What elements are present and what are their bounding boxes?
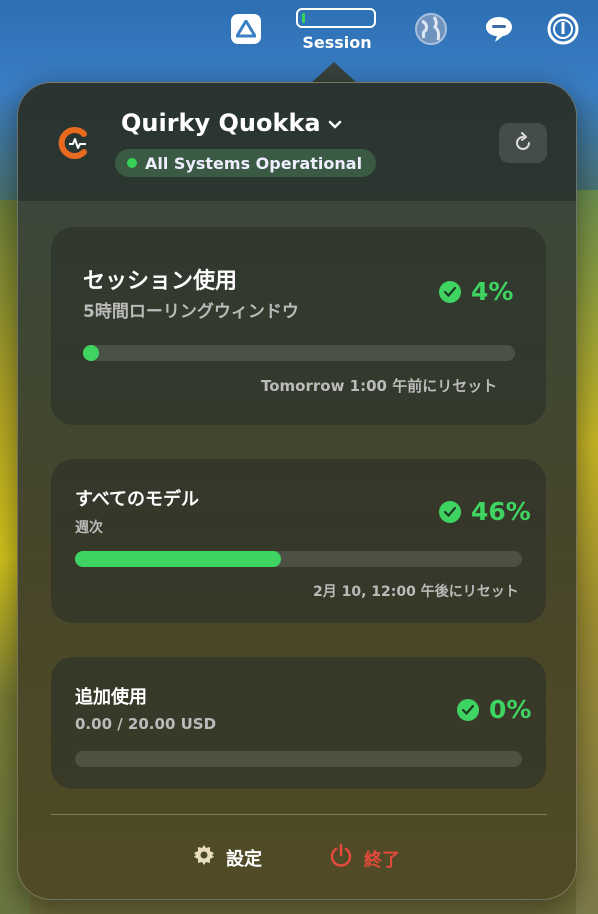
session-label: Session: [302, 33, 372, 52]
popover-header: Quirky Quokka All Systems Operational: [18, 83, 576, 201]
usage-progress-fill: [75, 551, 281, 567]
session-usage-fill: [302, 13, 305, 23]
app-name: Quirky Quokka: [121, 109, 321, 137]
usage-percent: 46%: [439, 497, 531, 526]
status-dot-icon: [127, 158, 137, 168]
menu-bar: Session: [0, 0, 598, 60]
status-badge: All Systems Operational: [115, 149, 377, 177]
all-models-card: すべてのモデル 週次 46% 2月 10, 12:00 午後にリセット: [51, 459, 546, 623]
card-title: 追加使用: [75, 687, 147, 708]
session-usage-card: セッション使用 5時間ローリングウィンドウ 4% Tomorrow 1:00 午…: [51, 227, 546, 425]
usage-percent: 0%: [457, 695, 531, 724]
card-title: セッション使用: [83, 269, 238, 294]
extra-usage-card: 追加使用 0.00 / 20.00 USD 0%: [51, 657, 546, 789]
session-menu-item[interactable]: Session: [296, 8, 380, 56]
card-subtitle: 5時間ローリングウィンドウ: [83, 302, 299, 322]
settings-label: 設定: [226, 848, 262, 870]
usage-progress-track: [75, 551, 522, 567]
quit-button[interactable]: 終了: [328, 843, 400, 874]
usage-percent: 4%: [439, 277, 513, 306]
usage-progress-track: [83, 345, 515, 361]
settings-button[interactable]: 設定: [192, 843, 262, 872]
usage-popover: Quirky Quokka All Systems Operational セッ…: [17, 82, 577, 900]
check-circle-icon: [439, 280, 461, 303]
reset-time: 2月 10, 12:00 午後にリセット: [313, 584, 519, 600]
app-switcher[interactable]: Quirky Quokka: [121, 109, 343, 137]
popover-caret: [310, 62, 358, 84]
usage-percent-value: 46%: [471, 497, 531, 526]
usage-percent-value: 0%: [489, 695, 532, 724]
usage-progress-track: [75, 751, 522, 767]
chevron-down-icon: [327, 109, 343, 137]
card-title: すべてのモデル: [75, 489, 200, 510]
check-circle-icon: [439, 500, 461, 523]
status-text: All Systems Operational: [145, 153, 363, 173]
power-icon: [328, 843, 354, 874]
card-subtitle: 0.00 / 20.00 USD: [75, 715, 217, 733]
usage-progress-fill: [83, 345, 99, 361]
google-drive-icon[interactable]: [229, 12, 263, 46]
reset-time: Tomorrow 1:00 午前にリセット: [261, 377, 498, 395]
refresh-button[interactable]: [499, 123, 547, 163]
gear-icon: [192, 843, 216, 872]
footer-divider: [51, 814, 547, 815]
globe-icon[interactable]: [414, 12, 448, 46]
app-logo-icon: [56, 125, 92, 161]
session-usage-bar: [296, 8, 376, 28]
check-circle-icon: [457, 698, 479, 721]
desktop-background-right: [576, 190, 598, 914]
power-circle-icon[interactable]: [546, 12, 580, 46]
refresh-icon: [516, 132, 530, 150]
chat-bubble-icon[interactable]: [482, 12, 516, 46]
usage-percent-value: 4%: [471, 277, 514, 306]
quit-label: 終了: [364, 849, 400, 871]
card-subtitle: 週次: [75, 520, 103, 536]
